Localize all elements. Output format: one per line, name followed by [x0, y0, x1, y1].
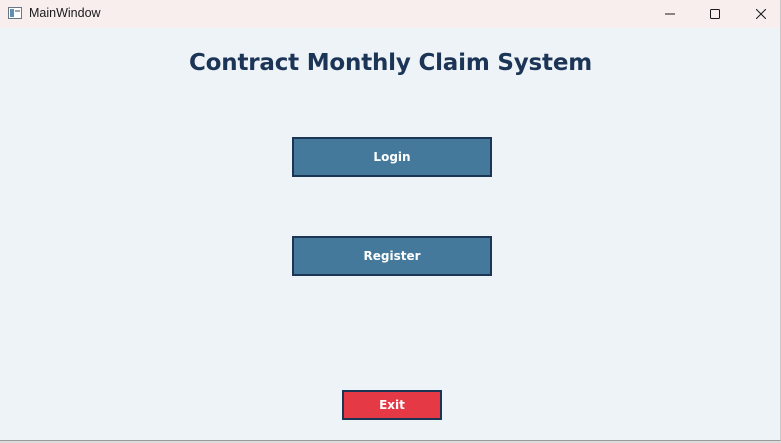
- close-button[interactable]: [738, 0, 780, 28]
- login-button-label: Login: [373, 150, 411, 164]
- login-button[interactable]: Login: [292, 137, 492, 177]
- window-title: MainWindow: [29, 6, 101, 20]
- page-title: Contract Monthly Claim System: [188, 50, 592, 76]
- minimize-icon: [665, 13, 675, 15]
- exit-button[interactable]: Exit: [342, 390, 442, 420]
- app-window-icon: [8, 7, 22, 19]
- register-button[interactable]: Register: [292, 236, 492, 276]
- minimize-button[interactable]: [647, 0, 693, 28]
- main-window: MainWindow Contract Monthly Claim System…: [0, 0, 781, 441]
- exit-button-label: Exit: [379, 398, 405, 412]
- close-icon: [756, 9, 766, 19]
- title-bar[interactable]: MainWindow: [0, 0, 780, 28]
- register-button-label: Register: [363, 249, 421, 263]
- maximize-button[interactable]: [692, 0, 738, 28]
- maximize-icon: [710, 9, 720, 19]
